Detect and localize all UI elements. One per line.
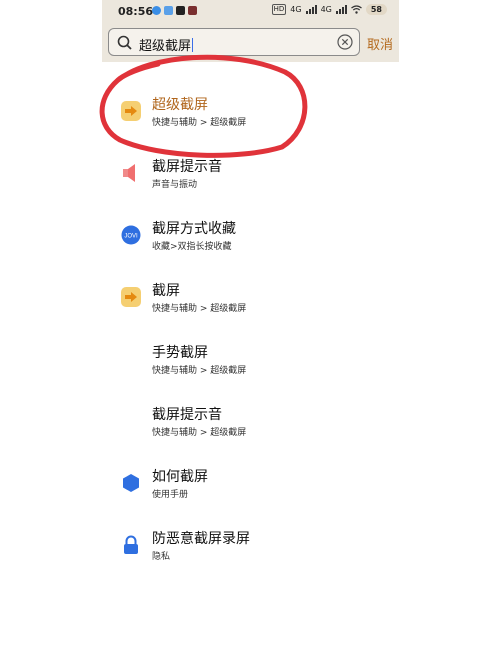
result-how-to-screenshot[interactable]: 如何截屏 使用手册 [102,463,399,519]
status-time: 08:56 [118,5,154,18]
text-caret [192,38,194,52]
search-query: 超级截屏 [139,38,194,54]
result-title: 超级截屏 [152,97,208,113]
result-title: 截屏提示音 [152,407,222,423]
signal-icon-2 [335,5,347,14]
result-screenshot[interactable]: 截屏 快捷与辅助 > 超级截屏 [102,277,399,333]
result-title: 手势截屏 [152,345,208,361]
result-title: 截屏提示音 [152,159,222,175]
result-super-screenshot[interactable]: 超级截屏 快捷与辅助 > 超级截屏 [102,91,399,147]
result-subtitle: 快捷与辅助 > 超级截屏 [152,366,247,376]
lock-icon [121,535,143,557]
tiktok-icon [176,6,185,15]
jovi-label: JOVI [124,234,138,240]
result-subtitle: 快捷与辅助 > 超级截屏 [152,304,247,314]
result-gesture-screenshot[interactable]: 手势截屏 快捷与辅助 > 超级截屏 [102,339,399,395]
search-icon [117,35,132,50]
arrow-icon [121,101,143,123]
result-screenshot-favorites[interactable]: JOVI 截屏方式收藏 收藏>双指长按收藏 [102,215,399,271]
result-subtitle: 隐私 [152,552,171,562]
cancel-button[interactable]: 取消 [367,34,393,53]
status-bar: 08:56 HD 4G 4G 58 [102,0,399,24]
status-right: HD 4G 4G 58 [271,4,387,15]
mail-icon [188,6,197,15]
notification-icons [152,6,197,15]
result-title: 如何截屏 [152,469,208,485]
result-subtitle: 收藏>双指长按收藏 [152,242,232,252]
result-subtitle: 快捷与辅助 > 超级截屏 [152,428,247,438]
jovi-icon: JOVI [121,225,143,247]
result-title: 防恶意截屏录屏 [152,531,250,547]
result-title: 截屏 [152,283,180,299]
result-screenshot-sound-2[interactable]: 截屏提示音 快捷与辅助 > 超级截屏 [102,401,399,457]
telegram-icon [152,6,161,15]
app-icon [164,6,173,15]
wifi-icon [350,5,362,14]
result-screenshot-sound[interactable]: 截屏提示音 声音与振动 [102,153,399,209]
battery-indicator: 58 [365,4,387,15]
search-bar: 超级截屏 取消 [102,24,399,62]
hexagon-icon [121,473,143,495]
result-subtitle: 快捷与辅助 > 超级截屏 [152,118,247,128]
clear-icon[interactable] [337,34,353,50]
signal-icon [305,5,317,14]
result-subtitle: 声音与振动 [152,180,198,190]
arrow-icon [121,287,143,309]
phone-screen: 08:56 HD 4G 4G 58 超级截屏 取消 超级截屏 快捷与辅助 > 超… [102,0,399,655]
network-type-2: 4G [320,5,332,14]
result-subtitle: 使用手册 [152,490,189,500]
hd-badge: HD [271,4,287,15]
result-title: 截屏方式收藏 [152,221,236,237]
result-anti-screenshot[interactable]: 防恶意截屏录屏 隐私 [102,525,399,581]
network-type-1: 4G [290,5,302,14]
speaker-icon [121,163,143,185]
search-input[interactable]: 超级截屏 [108,28,360,56]
